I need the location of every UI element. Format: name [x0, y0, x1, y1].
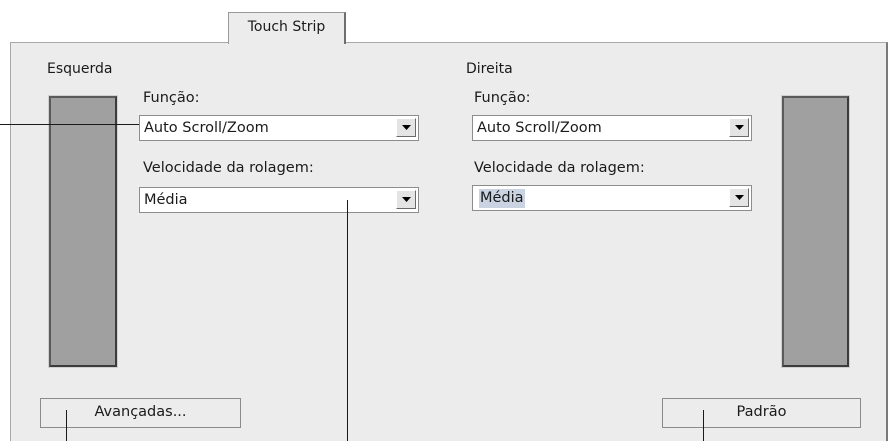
tab-touch-strip[interactable]: Touch Strip: [228, 12, 346, 44]
chevron-down-icon[interactable]: [396, 118, 416, 137]
right-speed-label: Velocidade da rolagem:: [474, 160, 645, 176]
default-button[interactable]: Padrão: [662, 398, 861, 428]
left-touch-strip-image: [48, 95, 118, 368]
callout-line-default: [703, 410, 704, 441]
right-function-label: Função:: [474, 90, 531, 106]
right-speed-dropdown[interactable]: Média: [472, 185, 752, 211]
right-touch-strip-image: [781, 95, 850, 368]
right-speed-value: Média: [479, 189, 525, 208]
left-function-value: Auto Scroll/Zoom: [144, 120, 269, 136]
left-speed-label: Velocidade da rolagem:: [143, 160, 314, 176]
advanced-button[interactable]: Avançadas...: [40, 398, 241, 428]
left-function-label: Função:: [143, 90, 200, 106]
right-function-value: Auto Scroll/Zoom: [477, 120, 602, 136]
chevron-down-icon[interactable]: [729, 118, 749, 137]
right-group-title: Direita: [463, 61, 516, 77]
callout-line-function: [0, 124, 139, 125]
left-speed-dropdown[interactable]: Média: [139, 187, 419, 213]
callout-line-speed: [347, 200, 348, 441]
settings-panel: [10, 42, 888, 441]
chevron-down-icon[interactable]: [396, 190, 416, 209]
callout-line-advanced: [66, 410, 67, 441]
chevron-down-icon[interactable]: [729, 188, 749, 207]
left-speed-value: Média: [144, 192, 188, 208]
left-function-dropdown[interactable]: Auto Scroll/Zoom: [139, 115, 419, 141]
left-group-title: Esquerda: [44, 61, 116, 77]
right-function-dropdown[interactable]: Auto Scroll/Zoom: [472, 115, 752, 141]
